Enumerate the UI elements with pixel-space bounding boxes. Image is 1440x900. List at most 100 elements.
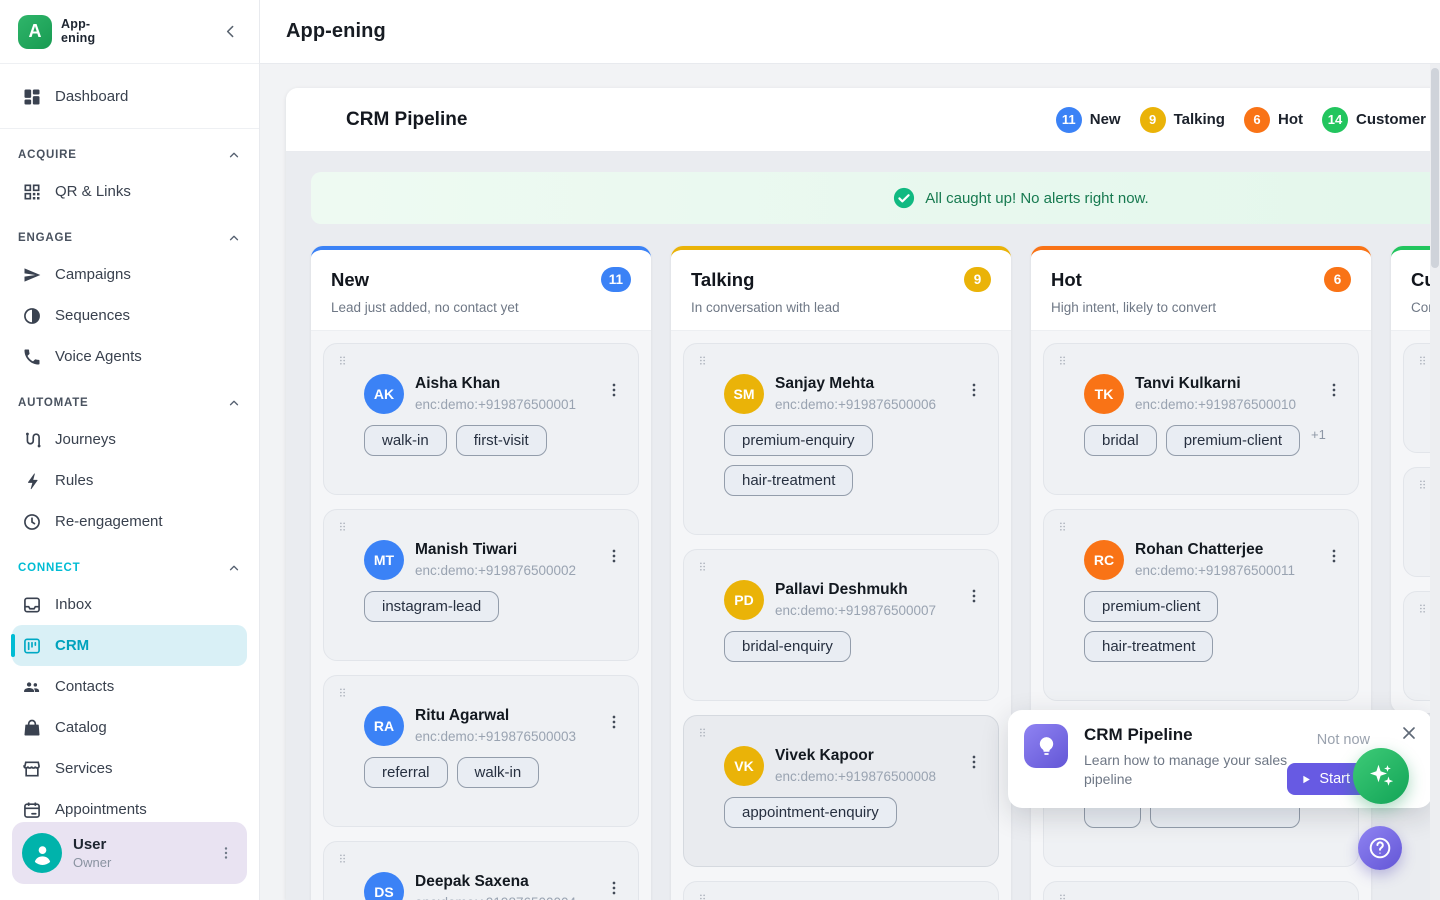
section-header-engage[interactable]: ENGAGE [12,231,247,254]
section-header-acquire[interactable]: ACQUIRE [12,148,247,171]
drag-handle[interactable] [696,892,709,900]
user-card[interactable]: User Owner [12,822,247,884]
drag-handle[interactable] [696,726,709,740]
kebab-icon [604,546,624,566]
sidebar-item-catalog[interactable]: Catalog [12,707,247,748]
lead-phone: enc:demo:+919876500006 [775,397,962,412]
card-menu-button[interactable] [1322,544,1346,571]
sidebar-item-sequences[interactable]: Sequences [12,295,247,336]
sidebar-item-inbox[interactable]: Inbox [12,584,247,625]
drag-handle[interactable] [336,354,349,368]
ai-assistant-button[interactable] [1353,748,1409,804]
lead-avatar: RA [364,706,404,746]
sidebar-item-campaigns[interactable]: Campaigns [12,254,247,295]
help-button[interactable] [1358,826,1402,870]
drag-handle[interactable] [336,852,349,866]
sidebar-item-label: Appointments [55,801,147,818]
lead-phone: enc:demo:+919876500001 [415,397,602,412]
column-header: New11Lead just added, no contact yet [311,250,651,331]
drag-icon [336,354,349,367]
card-menu-button[interactable] [602,876,626,900]
drag-icon [336,520,349,533]
lead-tag: hair-treatment [724,465,853,496]
drag-handle[interactable] [1056,520,1069,534]
lead-tag: bridal-enquiry [724,631,851,662]
sidebar-item-label: Inbox [55,596,92,613]
lead-tags: walk-infirst-visit [364,425,626,456]
lead-tag: walk-in [364,425,447,456]
close-icon[interactable] [1399,723,1419,743]
person-icon [29,840,56,867]
kebab-icon [1324,546,1344,566]
sidebar-header: A App- ening [0,0,259,64]
bag-icon [22,718,42,738]
kebab-icon [217,844,235,862]
sidebar-item-dashboard[interactable]: Dashboard [12,76,247,117]
drag-icon [1416,478,1429,491]
stat-count-badge: 9 [1140,107,1166,133]
drag-handle[interactable] [336,520,349,534]
lead-card[interactable]: PDPallavi Deshmukhenc:demo:+919876500007… [683,549,999,701]
lead-name: Manish Tiwari [415,541,602,559]
stat-count-badge: 6 [1244,107,1270,133]
lead-card[interactable]: RCRohan Chatterjeeenc:demo:+919876500011… [1043,509,1359,701]
drag-handle[interactable] [696,354,709,368]
card-menu-button[interactable] [962,378,986,405]
lead-card[interactable]: MTManish Tiwarienc:demo:+919876500002ins… [323,509,639,661]
column-subtitle: Lead just added, no contact yet [331,300,631,315]
card-menu-button[interactable] [602,544,626,571]
lead-card[interactable]: AKAmit Kumar [1043,881,1359,900]
not-now-button[interactable]: Not now [1317,732,1370,748]
stat-count-badge: 11 [1056,107,1082,133]
column-header: Hot6High intent, likely to convert [1031,250,1371,331]
user-menu-button[interactable] [213,840,239,866]
lead-card[interactable]: VKVivek Kapoorenc:demo:+919876500008appo… [683,715,999,867]
sidebar-item-crm[interactable]: CRM [12,625,247,666]
app-logo-text: App- ening [61,18,95,46]
card-menu-button[interactable] [602,710,626,737]
sidebar-item-contacts[interactable]: Contacts [12,666,247,707]
drag-handle[interactable] [1056,354,1069,368]
section-header-connect[interactable]: CONNECT [12,561,247,584]
lead-tag: walk-in [457,757,540,788]
lead-card[interactable]: RARitu Agarwalenc:demo:+919876500003refe… [323,675,639,827]
sidebar-item-rules[interactable]: Rules [12,460,247,501]
column-title: Talking [691,269,754,291]
column-count-badge: 11 [601,267,631,292]
lightbulb-icon [1024,724,1068,768]
sidebar-nav: Dashboard ACQUIREQR & Links ENGAGE Campaign… [0,64,259,900]
drag-handle[interactable] [1416,354,1429,368]
sidebar-item-label: Campaigns [55,266,131,283]
sidebar-item-qr-links[interactable]: QR & Links [12,171,247,212]
drag-handle[interactable] [696,560,709,574]
drag-handle[interactable] [1416,602,1429,616]
pipeline-column-new: New11Lead just added, no contact yetAKAi… [311,246,651,900]
sidebar-item-journeys[interactable]: Journeys [12,419,247,460]
sidebar-item-voice-agents[interactable]: Voice Agents [12,336,247,377]
lead-card[interactable]: DSDeepak Saxenaenc:demo:+919876500004 [323,841,639,900]
drag-icon [696,560,709,573]
card-menu-button[interactable] [602,378,626,405]
lead-card[interactable]: NSNandini Shetty [683,881,999,900]
lead-avatar: PD [724,580,764,620]
lead-card[interactable]: AKAisha Khanenc:demo:+919876500001walk-i… [323,343,639,495]
card-menu-button[interactable] [962,750,986,777]
lead-card[interactable]: TKTanvi Kulkarnienc:demo:+919876500010br… [1043,343,1359,495]
sidebar-item-services[interactable]: Services [12,748,247,789]
sidebar-collapse-button[interactable] [217,19,243,45]
card-menu-button[interactable] [1322,378,1346,405]
section-header-automate[interactable]: AUTOMATE [12,396,247,419]
drag-icon [1056,520,1069,533]
scrollbar-thumb[interactable] [1431,68,1439,268]
qr-icon [22,182,42,202]
lead-phone: enc:demo:+919876500002 [415,563,602,578]
drag-handle[interactable] [336,686,349,700]
sidebar-item-label: Dashboard [55,88,128,105]
lead-card[interactable]: SMSanjay Mehtaenc:demo:+919876500006prem… [683,343,999,535]
drag-handle[interactable] [1056,892,1069,900]
drag-handle[interactable] [1416,478,1429,492]
sidebar-item-re-engagement[interactable]: Re-engagement [12,501,247,542]
card-menu-button[interactable] [962,584,986,611]
stat-label: Customer [1356,111,1426,128]
sparkle-icon [1366,761,1396,791]
